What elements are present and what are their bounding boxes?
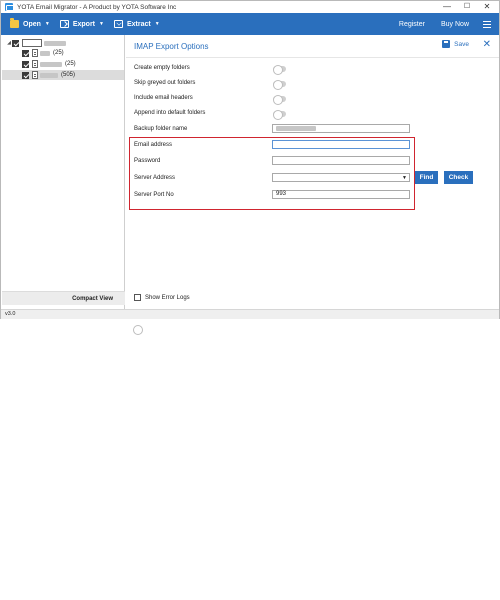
panel-title: IMAP Export Options — [134, 41, 209, 51]
save-label: Save — [454, 40, 469, 48]
toolbar-right: Register Buy Now — [391, 13, 499, 35]
show-error-logs[interactable]: Show Error Logs — [134, 294, 190, 301]
tree-item-checkbox[interactable] — [22, 71, 29, 79]
export-icon — [59, 20, 69, 28]
check-button[interactable]: Check — [444, 171, 473, 184]
extract-menu-button[interactable]: Extract ▼ — [109, 13, 165, 35]
server-port-input[interactable]: 993 — [272, 190, 410, 199]
export-label: Export — [72, 20, 96, 28]
show-error-logs-checkbox[interactable] — [134, 294, 141, 301]
tree-item-checkbox[interactable] — [22, 60, 29, 68]
find-button[interactable]: Find — [415, 171, 438, 184]
backup-folder-input[interactable] — [272, 124, 410, 133]
redacted-account-name — [44, 40, 66, 46]
mailbox-file-icon — [32, 49, 38, 57]
tree-item-checkbox[interactable] — [22, 49, 29, 57]
redacted-folder-name — [40, 50, 50, 56]
tree-root-row[interactable]: ◢ — [6, 38, 128, 48]
server-address-select[interactable]: ▼ — [272, 173, 410, 182]
compact-view-bar: Compact View — [2, 291, 500, 600]
skip-greyed-folders-toggle[interactable] — [273, 80, 286, 90]
chevron-down-icon: ▼ — [44, 21, 50, 27]
show-error-logs-label: Show Error Logs — [145, 294, 190, 301]
redacted-folder-name — [40, 72, 58, 78]
email-address-input[interactable] — [272, 140, 410, 149]
option-label-skip-greyed: Skip greyed out folders — [134, 80, 196, 86]
server-address-label: Server Address — [134, 175, 176, 181]
app-window: YOTA Email Migrator - A Product by YOTA … — [0, 0, 500, 600]
chevron-down-icon: ▼ — [154, 21, 160, 27]
compact-view-label: Compact View — [72, 295, 113, 302]
close-window-button[interactable]: ✕ — [477, 1, 497, 13]
chevron-down-icon: ▼ — [99, 21, 104, 27]
minimize-button[interactable]: — — [437, 1, 457, 13]
buy-now-button[interactable]: Buy Now — [433, 13, 477, 35]
chevron-down-icon: ▼ — [402, 175, 407, 181]
tree-item-count: (25) — [53, 50, 64, 56]
include-headers-toggle[interactable] — [273, 95, 286, 105]
save-button[interactable]: Save — [442, 40, 469, 48]
tree-item-selected[interactable]: (505) — [2, 70, 124, 80]
header-divider — [126, 57, 499, 58]
append-default-folders-toggle[interactable] — [273, 110, 286, 120]
email-label: Email address — [134, 142, 173, 148]
maximize-button[interactable]: ☐ — [457, 1, 477, 13]
backup-folder-label: Backup folder name — [134, 126, 188, 132]
hamburger-menu-icon[interactable] — [483, 20, 491, 28]
redacted-folder-name — [276, 126, 316, 131]
toolbar: Open ▼ Export ▼ Extract ▼ Register Buy N… — [1, 13, 499, 35]
redacted-folder-name — [40, 61, 62, 67]
password-label: Password — [134, 158, 161, 164]
tree-root-checkbox[interactable] — [12, 39, 19, 47]
close-panel-icon[interactable]: ✕ — [483, 39, 491, 51]
app-logo-icon — [5, 3, 14, 11]
option-label-append-default: Append into default folders — [134, 110, 206, 116]
create-empty-folders-toggle[interactable] — [273, 65, 286, 75]
mailbox-file-icon — [32, 60, 38, 68]
tree-item-count: (505) — [61, 72, 76, 78]
mailbox-file-icon — [32, 71, 38, 79]
status-bar: v3.0 — [1, 309, 499, 319]
tree-item-count: (25) — [65, 61, 76, 67]
open-menu-button[interactable]: Open ▼ — [5, 13, 55, 35]
save-disk-icon — [442, 40, 451, 48]
export-options-panel: IMAP Export Options Save ✕ Create empty … — [126, 35, 499, 309]
window-title: YOTA Email Migrator - A Product by YOTA … — [17, 3, 177, 11]
password-input[interactable] — [272, 156, 410, 165]
extract-icon — [113, 20, 123, 28]
option-label-include-headers: Include email headers — [134, 95, 193, 101]
register-button[interactable]: Register — [391, 13, 433, 35]
folder-icon — [10, 18, 19, 28]
account-icon — [22, 39, 42, 47]
folder-tree-panel: ◢ (25) (25) (505) — [2, 35, 125, 309]
title-bar: YOTA Email Migrator - A Product by YOTA … — [1, 1, 499, 13]
server-port-label: Server Port No — [134, 192, 174, 198]
option-label-create-empty: Create empty folders — [134, 65, 190, 71]
version-label: v3.0 — [5, 311, 16, 317]
extract-label: Extract — [126, 20, 151, 28]
compact-view-toggle[interactable] — [127, 325, 500, 600]
export-menu-button[interactable]: Export ▼ — [55, 13, 109, 35]
open-label: Open — [23, 20, 41, 28]
